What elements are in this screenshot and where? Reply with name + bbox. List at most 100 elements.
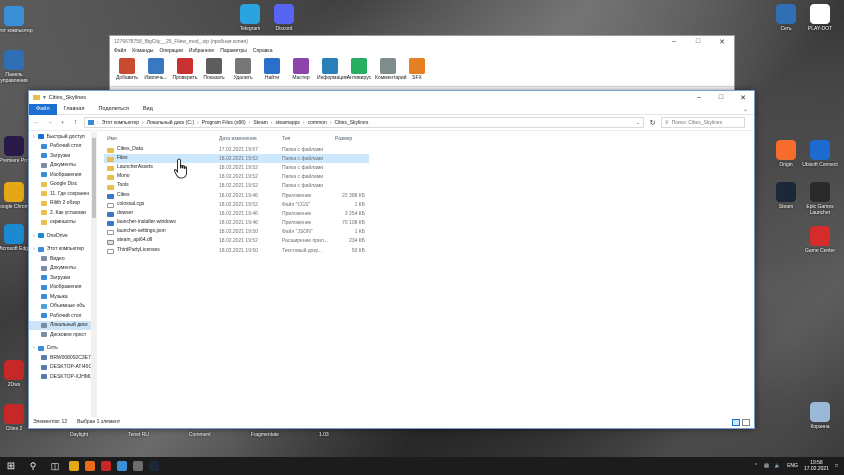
- archiver-menu-item[interactable]: Команды: [132, 48, 153, 56]
- expand-chevron-icon[interactable]: ›: [33, 233, 35, 239]
- sidebar-item[interactable]: скриншоты: [29, 218, 92, 228]
- desktop.right_icons-6[interactable]: Game Center: [800, 226, 840, 254]
- archiver-menu-item[interactable]: Параметры: [220, 48, 247, 56]
- taskbar-app-button[interactable]: [98, 457, 114, 475]
- sidebar-item[interactable]: DESKTOP-XJHML: [29, 372, 92, 382]
- desktop.top_icons-1[interactable]: Discord: [264, 4, 304, 32]
- maximize-icon[interactable]: □: [710, 94, 732, 102]
- sidebar-item[interactable]: Google Disc: [29, 180, 92, 190]
- notifications-icon[interactable]: □: [835, 463, 838, 469]
- large-icons-view-icon[interactable]: [742, 418, 750, 426]
- archiver-tool-button[interactable]: Антивирус: [346, 56, 372, 81]
- sidebar-item[interactable]: Изображения: [29, 283, 92, 293]
- tab-share[interactable]: Поделиться: [91, 104, 135, 115]
- sidebar-item[interactable]: › Быстрый доступ: [29, 132, 92, 142]
- taskbar-app-button[interactable]: [130, 457, 146, 475]
- search-input[interactable]: ⚲ Поиск: Cities_Skylines: [661, 117, 745, 128]
- network-icon[interactable]: ▤: [764, 463, 769, 469]
- sidebar-item[interactable]: Локальный диск: [29, 320, 92, 330]
- sidebar-item[interactable]: 2. Как установи: [29, 208, 92, 218]
- desktop.right_icons-5[interactable]: Epic Games Launcher: [800, 182, 840, 216]
- archiver-menu-item[interactable]: Файл: [114, 48, 126, 56]
- archiver-tool-button[interactable]: Добавить: [114, 56, 140, 81]
- breadcrumb-item[interactable]: Локальный диск (C:): [147, 120, 194, 126]
- archiver-tool-button[interactable]: Комментарий: [375, 56, 407, 81]
- sidebar-item[interactable]: Музыка: [29, 292, 92, 302]
- expand-chevron-icon[interactable]: ›: [33, 134, 35, 140]
- refresh-icon[interactable]: ↻: [648, 119, 657, 127]
- desktop.right_icons-3[interactable]: Ubisoft Connect: [800, 140, 840, 168]
- archiver-tool-button[interactable]: Мастер: [288, 56, 314, 81]
- file-row[interactable]: steam_api64.dll 18.02.2021 19:52 Расширени…: [104, 237, 369, 246]
- file-row[interactable]: LauncherAssets 18.02.2021 19:52 Папка с фа…: [104, 163, 369, 172]
- explorer-window[interactable]: ▾ Cities_Skylines – □ ✕ Файл Главная Под…: [28, 90, 755, 429]
- column-type[interactable]: Тип: [282, 136, 335, 142]
- file-row[interactable]: launcher-installer-windows 18.02.2021 19:…: [104, 219, 369, 228]
- archiver-tool-button[interactable]: Информация: [317, 56, 348, 81]
- explorer-title-bar[interactable]: ▾ Cities_Skylines – □ ✕: [29, 91, 754, 104]
- column-name[interactable]: Имя: [104, 136, 219, 142]
- file-row[interactable]: Cities 18.02.2021 19:46 Приложение 22 388 К…: [104, 191, 369, 200]
- maximize-icon[interactable]: □: [686, 38, 710, 46]
- sidebar-item[interactable]: Изображения: [29, 170, 92, 180]
- column-date[interactable]: Дата изменения: [219, 136, 282, 142]
- breadcrumb-item[interactable]: Cities_Skylines: [334, 120, 368, 126]
- archiver-tool-button[interactable]: Показать: [201, 56, 227, 81]
- address-bar[interactable]: › Этот компьютер › Локальный диск (C:) › Prog…: [84, 117, 644, 128]
- chevron-down-icon[interactable]: ⌄: [636, 120, 640, 126]
- scrollbar-thumb[interactable]: [92, 138, 96, 218]
- back-arrow-icon[interactable]: ←: [32, 119, 41, 126]
- desktop.right_icons-7[interactable]: Корзина: [800, 402, 840, 430]
- tab-view[interactable]: Вид: [136, 104, 160, 115]
- file-row[interactable]: colossal.cgs 18.02.2021 19:52 Файл "CGS" 1 …: [104, 200, 369, 209]
- desktop.left_icons-0[interactable]: Этот компьютер: [0, 6, 34, 34]
- sidebar-item[interactable]: DESKTOP-ATI45C: [29, 363, 92, 373]
- sidebar-item[interactable]: Видео: [29, 254, 92, 264]
- expand-chevron-icon[interactable]: ›: [33, 345, 35, 351]
- archiver-menu-item[interactable]: Избранное: [189, 48, 214, 56]
- sidebar-item[interactable]: 11. Где сохранен: [29, 189, 92, 199]
- expand-chevron-icon[interactable]: ›: [33, 246, 35, 252]
- sidebar-item[interactable]: Документы: [29, 264, 92, 274]
- sidebar-item[interactable]: › Сеть: [29, 344, 92, 354]
- sidebar-item[interactable]: › OneDrive: [29, 231, 92, 241]
- archiver-window[interactable]: 1276678758_BigCity__25_Filew_mod_.zip (п…: [109, 35, 735, 97]
- file-row[interactable]: launcher-settings.json 18.02.2021 19:50 Фа…: [104, 228, 369, 237]
- file-row[interactable]: ThirdPartyLicenses 18.02.2021 19:50 Тексто…: [104, 246, 369, 255]
- desktop.right_icons-1[interactable]: PLAY-DOT: [800, 4, 840, 32]
- file-row[interactable]: Tools 18.02.2021 19:52 Папка с файлами: [104, 182, 369, 191]
- breadcrumb-item[interactable]: steamapps: [275, 120, 299, 126]
- desktop.left_icons-1[interactable]: Панель управления: [0, 50, 34, 84]
- sidebar-scrollbar[interactable]: [91, 132, 97, 417]
- close-icon[interactable]: ✕: [710, 38, 734, 46]
- file-row[interactable]: Files 18.02.2021 19:52 Папка с файлами: [104, 154, 369, 164]
- archiver-tool-button[interactable]: Удалить: [230, 56, 256, 81]
- column-size[interactable]: Размер: [335, 136, 367, 142]
- details-view-icon[interactable]: [732, 418, 740, 426]
- archiver-tool-button[interactable]: Найти: [259, 56, 285, 81]
- file-row[interactable]: Cities_Data 17.02.2021 19:57 Папка с файла…: [104, 145, 369, 154]
- archiver-tool-button[interactable]: Извлечь...: [143, 56, 169, 81]
- file-row[interactable]: Mono 18.02.2021 19:52 Папка с файлами: [104, 173, 369, 182]
- up-arrow-icon[interactable]: ↑: [71, 119, 80, 126]
- search-icon[interactable]: ⚲: [22, 457, 44, 475]
- sidebar-item[interactable]: Рабочий стол: [29, 142, 92, 152]
- archiver-title-bar[interactable]: 1276678758_BigCity__25_Filew_mod_.zip (п…: [110, 36, 734, 48]
- breadcrumb-item[interactable]: Steam: [253, 120, 267, 126]
- dropdown-icon[interactable]: ▾: [43, 95, 46, 101]
- minimize-icon[interactable]: –: [688, 94, 710, 102]
- sidebar-item[interactable]: Загрузки: [29, 151, 92, 161]
- chevron-down-icon[interactable]: ⌄: [743, 106, 754, 113]
- close-icon[interactable]: ✕: [732, 94, 754, 102]
- recent-chevron-icon[interactable]: ▾: [58, 120, 67, 126]
- sidebar-item[interactable]: Объемные объ: [29, 302, 92, 312]
- taskbar-app-button[interactable]: [146, 457, 162, 475]
- sidebar-item[interactable]: BRW008092C3E7: [29, 353, 92, 363]
- taskbar-app-button[interactable]: [66, 457, 82, 475]
- taskbar-app-button[interactable]: [114, 457, 130, 475]
- start-button[interactable]: ⊞: [0, 457, 22, 475]
- sidebar-item[interactable]: Дисковое прост: [29, 330, 92, 340]
- language-indicator[interactable]: ENG: [787, 463, 798, 469]
- file-row[interactable]: dowser 18.02.2021 19:46 Приложение 3 254 КБ: [104, 209, 369, 218]
- volume-icon[interactable]: 🔈: [775, 463, 781, 469]
